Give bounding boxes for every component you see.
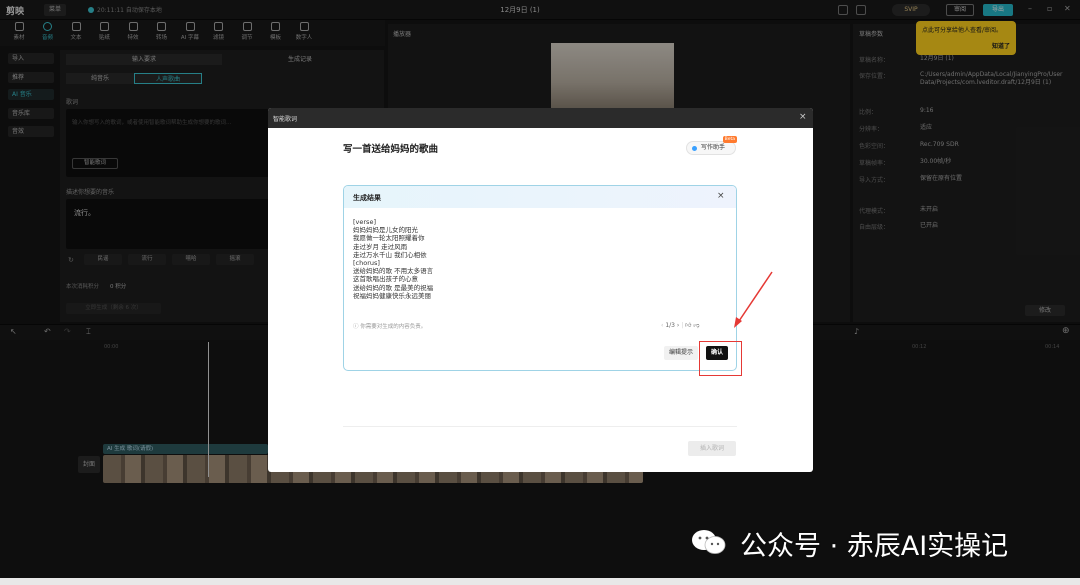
lyrics-result[interactable]: [verse] 妈妈妈妈是儿女的阳光 我愿做一轮太阳照耀着你 走过岁月 走过风雨 走过万… — [353, 218, 653, 300]
writing-assistant-button[interactable]: 写作助手 Beta — [686, 136, 737, 155]
result-card: 生成结果 × [verse] 妈妈妈妈是儿女的阳光 我愿做一轮太阳照耀着你 走过岁月 … — [343, 185, 737, 371]
lyric-line: 送给妈妈的歌 是最美的祝福 — [353, 283, 434, 292]
thumbs-down-icon[interactable]: 👎︎ — [693, 322, 699, 329]
edit-prompt-button[interactable]: 编辑提示 — [664, 346, 698, 360]
taskbar — [0, 578, 1080, 585]
result-pager: ‹ 1/3 › | 👍︎ 👎︎ — [661, 322, 700, 329]
result-title: 生成结果 — [353, 194, 381, 202]
result-close-icon[interactable]: × — [717, 191, 725, 201]
modal-title: 智能歌词 — [273, 116, 298, 123]
result-header — [344, 186, 736, 208]
pager-text: 1/3 — [665, 322, 675, 329]
insert-lyrics-button[interactable]: 插入歌词 — [688, 441, 736, 456]
lyric-line: [verse] — [353, 218, 376, 226]
wechat-icon — [692, 530, 726, 554]
modal-divider — [343, 426, 737, 427]
lyric-line: 走过万水千山 我们心相依 — [353, 250, 427, 259]
lyric-line: 我愿做一轮太阳照耀着你 — [353, 234, 425, 243]
annotation-arrow — [734, 271, 773, 328]
assistant-label: 写作助手 — [701, 144, 726, 151]
lyric-line: 祝福妈妈健康快乐永远美丽 — [353, 291, 431, 300]
watermark-text: 公众号 · 赤辰AI实操记 — [740, 531, 1009, 562]
disclaimer-text: 你需要对生成的内容负责。 — [360, 324, 427, 330]
assistant-icon — [692, 146, 697, 151]
lyric-line: 走过岁月 走过风雨 — [353, 242, 408, 251]
annotation-highlight-box — [699, 341, 742, 376]
modal-header — [268, 108, 813, 128]
beta-badge: Beta — [722, 136, 737, 143]
prompt-title: 写一首送给妈妈的歌曲 — [343, 144, 439, 155]
lyric-line: 这首歌唱出孩子的心意 — [353, 275, 418, 284]
lyric-line: [chorus] — [353, 259, 380, 268]
modal-close-icon[interactable]: × — [799, 112, 807, 122]
thumbs-up-icon[interactable]: 👍︎ — [685, 322, 691, 329]
disclaimer: ⓘ 你需要对生成的内容负责。 — [353, 322, 426, 330]
